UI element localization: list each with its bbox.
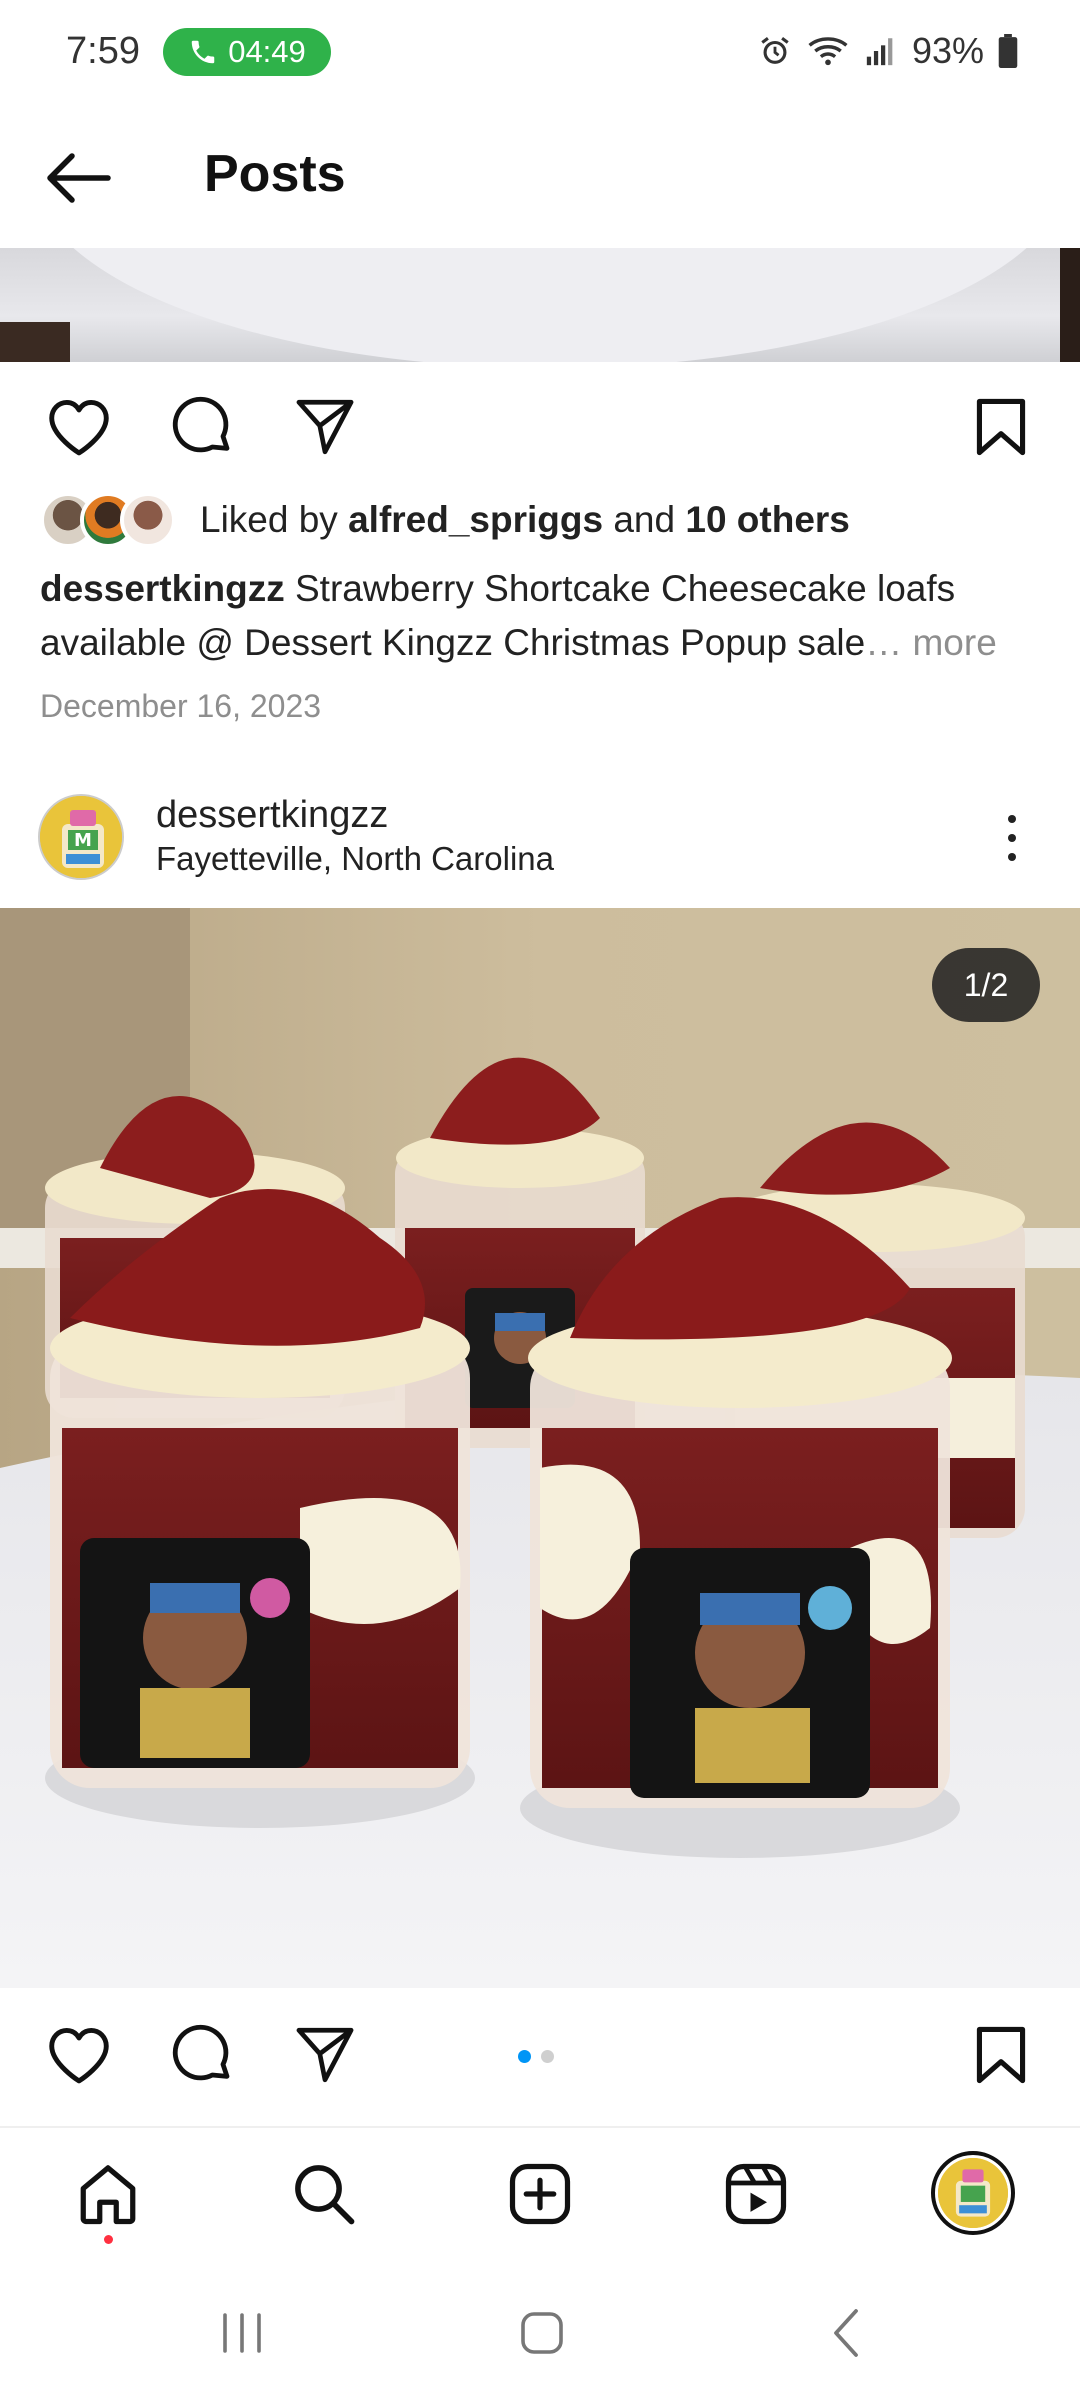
more-dot-icon [1008, 853, 1016, 861]
back-button[interactable] [38, 138, 118, 218]
like-button[interactable] [44, 392, 114, 462]
bookmark-icon [976, 398, 1026, 456]
bottom-navigation [0, 2126, 1080, 2266]
comment-icon [172, 2024, 230, 2081]
create-icon [509, 2163, 571, 2225]
status-time: 7:59 [66, 30, 140, 72]
posts-header: Posts [0, 108, 1080, 248]
home-square-icon [521, 2312, 563, 2354]
previous-post-image[interactable] [0, 248, 1080, 362]
likes-others[interactable]: 10 others [685, 499, 850, 540]
carousel-dot-active [518, 2050, 531, 2063]
alarm-icon [761, 37, 789, 64]
previous-post-actions [0, 370, 1080, 480]
send-icon [296, 2027, 354, 2083]
call-timer: 04:49 [228, 34, 306, 69]
wifi-icon [808, 37, 848, 66]
svg-text:M: M [74, 830, 92, 851]
phone-icon [191, 40, 215, 64]
post-header: M dessertkingzz Fayetteville, North Caro… [0, 786, 1080, 906]
nav-search[interactable] [284, 2154, 364, 2234]
signal-icon [866, 38, 893, 66]
comment-button[interactable] [168, 2020, 238, 2090]
reels-icon [725, 2163, 787, 2225]
system-navigation [0, 2266, 1080, 2400]
post-author-username[interactable]: dessertkingzz [156, 794, 388, 837]
profile-avatar [931, 2151, 1015, 2235]
heart-icon [49, 400, 109, 456]
status-bar: 7:59 04:49 93% [0, 0, 1080, 108]
dessert-jars-photo [0, 908, 1080, 1988]
recents-icon [223, 2313, 261, 2353]
save-button[interactable] [966, 2020, 1036, 2090]
likes-summary[interactable]: Liked by alfred_spriggs and 10 others [40, 490, 850, 550]
image-counter: 1/2 [932, 948, 1040, 1022]
status-icons: 93% [758, 30, 1018, 72]
liker-avatars [40, 492, 176, 548]
nav-profile[interactable] [928, 2148, 1018, 2238]
like-button[interactable] [44, 2020, 114, 2090]
post-date: December 16, 2023 [40, 688, 322, 724]
liker-username[interactable]: alfred_spriggs [348, 499, 603, 540]
search-icon [295, 2165, 355, 2225]
carousel-indicator [518, 2050, 554, 2063]
send-icon [296, 399, 354, 455]
page-title: Posts [204, 145, 346, 203]
post-author-avatar[interactable]: M [38, 794, 124, 880]
caption-more-link[interactable]: more [912, 622, 996, 663]
battery-icon [998, 34, 1018, 68]
comment-button[interactable] [168, 392, 238, 462]
comment-icon [172, 396, 230, 453]
post-caption: dessertkingzz Strawberry Shortcake Chees… [40, 568, 997, 663]
arrow-left-icon [47, 153, 111, 203]
caption-username[interactable]: dessertkingzz [40, 568, 285, 609]
post-image[interactable]: 1/2 [0, 908, 1080, 1988]
bookmark-icon [976, 2026, 1026, 2084]
share-button[interactable] [290, 2020, 360, 2090]
save-button[interactable] [966, 392, 1036, 462]
ongoing-call-pill[interactable]: 04:49 [163, 28, 331, 76]
post-options-button[interactable] [984, 806, 1040, 870]
carousel-dot [541, 2050, 554, 2063]
post-actions [0, 1998, 1080, 2108]
nav-create[interactable] [500, 2154, 580, 2234]
chevron-left-icon [834, 2309, 858, 2357]
nav-reels[interactable] [716, 2154, 796, 2234]
home-system-button[interactable] [502, 2298, 582, 2368]
nav-home[interactable] [68, 2154, 148, 2244]
likes-text: Liked by alfred_spriggs and 10 others [200, 499, 850, 540]
home-icon [80, 2165, 136, 2225]
heart-icon [49, 2028, 109, 2084]
share-button[interactable] [290, 392, 360, 462]
post-location[interactable]: Fayetteville, North Carolina [156, 840, 554, 878]
back-system-button[interactable] [806, 2298, 886, 2368]
recents-button[interactable] [202, 2298, 282, 2368]
more-dot-icon [1008, 834, 1016, 842]
liker-avatar [120, 492, 176, 548]
battery-percent: 93% [911, 30, 984, 71]
more-dot-icon [1008, 815, 1016, 823]
notification-dot [104, 2235, 113, 2244]
